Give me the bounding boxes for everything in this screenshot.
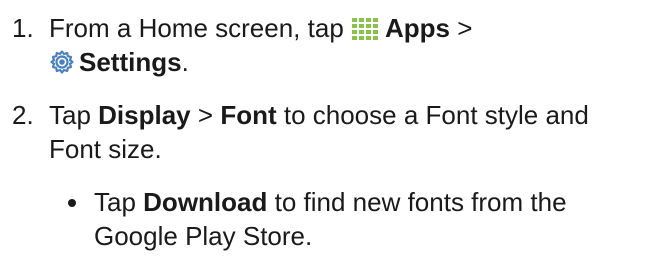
bullet-suffix: to find new fonts from the: [274, 187, 567, 217]
bullet-line-1: Tap Download to find new fonts from the: [94, 185, 645, 219]
step-2-line-2: Font size.: [49, 134, 162, 164]
step-2-suffix: to choose a Font style and: [283, 100, 589, 130]
step-2-line-1: Tap Display > Font to choose a Font styl…: [49, 98, 645, 132]
bullet-text: Tap Download to find new fonts from the …: [94, 185, 645, 253]
step-2-prefix: Tap: [49, 100, 91, 130]
display-label: Display: [98, 100, 191, 130]
step-1-period: .: [181, 47, 189, 77]
step-1-line-1: From a Home screen, tap Apps >: [49, 11, 645, 45]
download-label: Download: [143, 187, 268, 217]
bullet-dot-icon: [68, 199, 76, 207]
step-1-number: 1.: [12, 13, 34, 43]
bullet-prefix: Tap: [94, 187, 136, 217]
step-2-text: Tap Display > Font to choose a Font styl…: [49, 98, 645, 166]
step-1-separator: >: [457, 13, 473, 43]
step-2-separator: >: [197, 100, 214, 130]
font-label: Font: [220, 100, 277, 130]
step-1-text: From a Home screen, tap Apps > Settings.: [49, 11, 645, 79]
settings-gear-icon: [50, 50, 74, 74]
apps-grid-icon: [352, 18, 379, 40]
apps-label: Apps: [385, 13, 451, 43]
step-2-number: 2.: [12, 100, 34, 130]
step-1-prefix: From a Home screen, tap: [49, 13, 344, 43]
step-1-line-2: Settings.: [49, 45, 645, 79]
settings-label: Settings: [79, 47, 182, 77]
bullet-line-2: Google Play Store.: [94, 221, 313, 251]
